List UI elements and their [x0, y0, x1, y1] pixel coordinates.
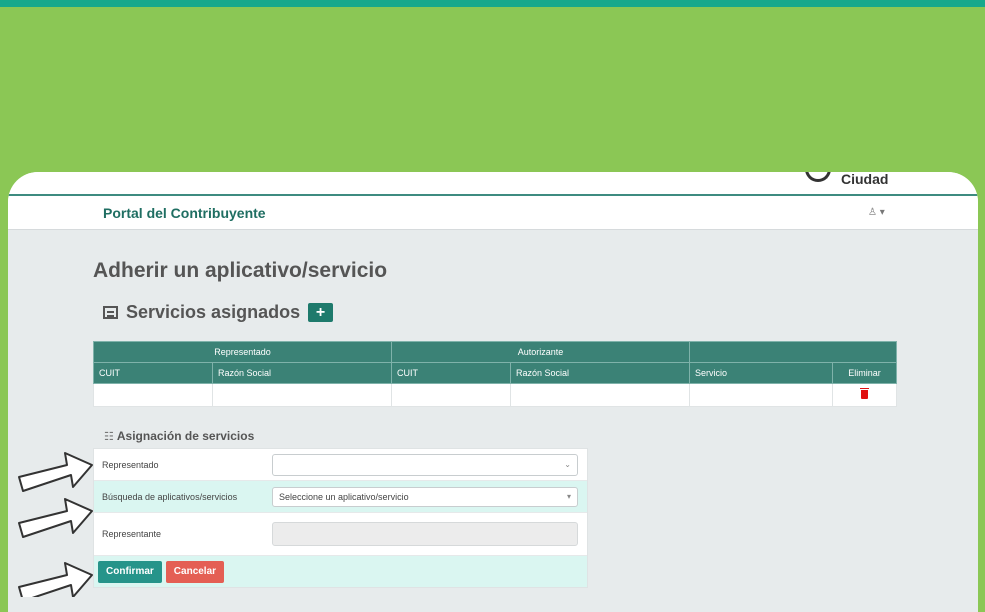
form-row-busqueda: Búsqueda de aplicativos/servicios Selecc… — [94, 481, 587, 513]
trash-icon[interactable] — [860, 387, 869, 399]
column-header-cuit: CUIT — [93, 362, 213, 384]
table-group-header-row: Representado Autorizante — [93, 341, 897, 363]
delete-cell — [832, 383, 897, 407]
representante-label: Representante — [102, 529, 162, 539]
brand-link[interactable]: Portal del Contribuyente — [103, 205, 266, 221]
section-header: Servicios asignados + — [103, 302, 334, 323]
navbar-accent-line — [8, 194, 978, 196]
ciudad-logo-text: Ciudad — [841, 172, 889, 187]
table-cell — [212, 383, 392, 407]
assignment-form: Representado ⌄ Búsqueda de aplicativos/s… — [93, 448, 588, 588]
representado-select[interactable]: ⌄ — [272, 453, 578, 476]
form-actions: Confirmar Cancelar — [94, 556, 587, 587]
add-service-button[interactable]: + — [308, 303, 334, 322]
column-header-razon-social: Razón Social — [212, 362, 392, 384]
representado-label: Representado — [102, 459, 159, 470]
table-cell — [93, 383, 213, 407]
arrow-outline-icon — [18, 452, 93, 492]
page-title: Adherir un aplicativo/servicio — [93, 259, 388, 282]
table-list-icon — [103, 306, 118, 319]
form-row-representado: Representado ⌄ — [94, 449, 587, 481]
services-table: Representado Autorizante CUIT Razón Soci… — [93, 341, 897, 407]
arrow-outline-icon — [18, 498, 93, 538]
chevron-down-icon: ⌄ — [564, 460, 571, 469]
arrow-outline-icon — [18, 562, 93, 597]
table-row — [93, 383, 897, 407]
user-menu-toggle[interactable]: ♙ ▾ — [868, 207, 885, 218]
form-title: Asignación de servicios — [116, 429, 255, 443]
representante-field — [272, 522, 578, 546]
group-header-autorizante: Autorizante — [391, 341, 690, 363]
busqueda-label: Búsqueda de aplicativos/servicios — [102, 491, 238, 502]
caret-down-icon: ▾ — [566, 492, 571, 501]
table-cell — [689, 383, 833, 407]
group-header-representado: Representado — [93, 341, 392, 363]
service-search-select[interactable]: Seleccione un aplicativo/servicio ▾ — [272, 486, 578, 507]
ciudad-logo-icon — [805, 172, 831, 182]
section-title: Servicios asignados — [126, 302, 301, 322]
column-header-eliminar: Eliminar — [832, 362, 897, 384]
table-column-header-row: CUIT Razón Social CUIT Razón Social Serv… — [93, 362, 897, 384]
top-strip — [0, 0, 985, 7]
sort-list-icon: ☷ — [104, 430, 114, 443]
form-header: ☷ Asignación de servicios — [104, 429, 254, 443]
column-header-razon-social-autorizante: Razón Social — [510, 362, 690, 384]
group-header-empty — [689, 341, 897, 363]
confirm-button[interactable]: Confirmar — [98, 560, 162, 583]
service-search-value: Seleccione un aplicativo/servicio — [279, 491, 409, 502]
table-cell — [510, 383, 690, 407]
table-cell — [391, 383, 511, 407]
navbar: Ciudad Portal del Contribuyente ♙ ▾ — [8, 172, 978, 230]
cancel-button[interactable]: Cancelar — [165, 560, 225, 583]
app-window: Ciudad Portal del Contribuyente ♙ ▾ Adhe… — [8, 172, 978, 612]
column-header-cuit-autorizante: CUIT — [391, 362, 511, 384]
column-header-servicio: Servicio — [689, 362, 833, 384]
form-row-representante: Representante — [94, 513, 587, 556]
